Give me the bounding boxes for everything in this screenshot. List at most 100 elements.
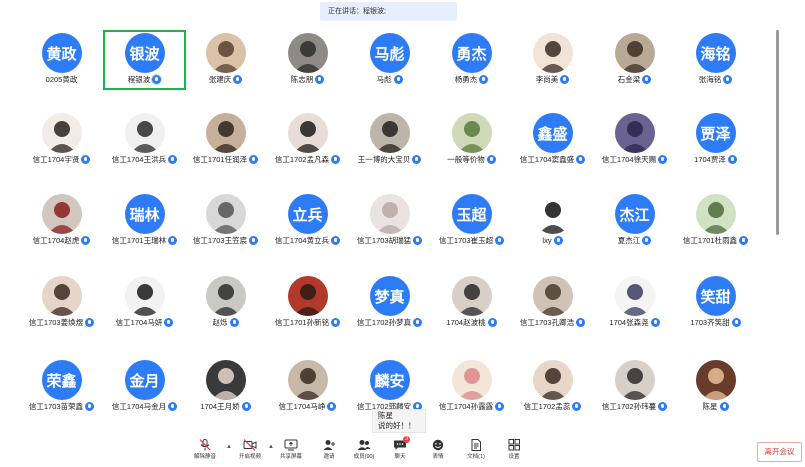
- avatar: [614, 33, 655, 73]
- mic-status-icon: [331, 154, 341, 164]
- participant-tile[interactable]: 荣鑫 信工1703苗荣鑫: [20, 357, 103, 417]
- participant-tile[interactable]: 信工1701孙新铭: [266, 273, 349, 333]
- participant-tile[interactable]: 杰江 夏杰江: [593, 191, 676, 251]
- members-button[interactable]: 成员(90): [347, 439, 381, 466]
- audio-options-caret-icon[interactable]: ▲: [226, 444, 232, 450]
- participant-name-line: 信工1701杜雨鑫: [674, 235, 757, 246]
- participant-tile[interactable]: 勇杰 杨勇杰: [430, 30, 513, 90]
- avatar: 麟安: [369, 360, 410, 400]
- participant-tile[interactable]: 信工1704赵虎: [20, 191, 103, 251]
- participant-tile[interactable]: 信工1704马峥: [266, 357, 349, 417]
- participant-tile[interactable]: 信工1703姜焕煜: [20, 273, 103, 333]
- unmute-button[interactable]: 解除静音: [188, 439, 222, 466]
- mic-status-icon: [229, 317, 239, 327]
- documents-button[interactable]: 文档(1): [459, 439, 493, 466]
- participant-tile[interactable]: 信工1704孙露露: [430, 357, 513, 417]
- participant-tile[interactable]: 陈星: [674, 357, 757, 417]
- participant-tile[interactable]: 金月 信工1704马金月: [103, 357, 186, 417]
- participant-tile[interactable]: 信工1704徐天赐: [593, 110, 676, 170]
- participant-tile[interactable]: 信工1703胡瑞猛: [348, 191, 431, 251]
- participant-tile[interactable]: 海铭 张海铭: [674, 30, 757, 90]
- participant-name: 夏杰江: [617, 236, 641, 245]
- participant-tile[interactable]: 信工1703孔卿浩: [511, 273, 594, 333]
- leave-meeting-button[interactable]: 离开会议: [757, 442, 802, 462]
- participant-name-line: 张建庆: [184, 74, 267, 85]
- participant-tile[interactable]: 立兵 信工1704黄立兵: [266, 191, 349, 251]
- start-video-button[interactable]: 开启视频: [233, 439, 267, 466]
- participant-tile[interactable]: 一般等价物: [430, 110, 513, 170]
- profile-photo-icon: [41, 194, 82, 234]
- avatar: 银波: [124, 33, 165, 73]
- participant-tile[interactable]: 笑甜 1703齐笑甜: [674, 273, 757, 333]
- screen-share-icon: [284, 439, 298, 451]
- avatar: 杰江: [614, 194, 655, 234]
- avatar: 马彪: [369, 33, 410, 73]
- participant-tile[interactable]: 银波 程银波: [103, 30, 186, 90]
- mic-status-icon: [413, 235, 423, 245]
- participant-tile[interactable]: 贾泽 1704贾泽: [674, 110, 757, 170]
- participant-tile[interactable]: 信工1704宇贤: [20, 110, 103, 170]
- participant-tile[interactable]: 信工1702孙玮蔓: [593, 357, 676, 417]
- participant-tile[interactable]: 信工1704马妍: [103, 273, 186, 333]
- participant-tile[interactable]: 玉超 信工1703崔玉超: [430, 191, 513, 251]
- profile-photo-icon: [287, 360, 328, 400]
- profile-photo-icon: [205, 360, 246, 400]
- participant-name: 1704王月娇: [200, 402, 240, 411]
- participant-tile[interactable]: 黄政 0205黄政: [20, 30, 103, 90]
- emoji-button[interactable]: 表情: [421, 439, 455, 466]
- chat-popup[interactable]: 陈星 说的好！！: [372, 409, 426, 433]
- participant-tile[interactable]: 李尚美: [511, 30, 594, 90]
- participant-tile[interactable]: 信工1701杜雨鑫: [674, 191, 757, 251]
- participant-name: 石金梁: [617, 75, 641, 84]
- participant-tile[interactable]: 信工1703王笠宸: [184, 191, 267, 251]
- participant-tile[interactable]: 1704赵波桃: [430, 273, 513, 333]
- participant-name: 信工1704马妍: [115, 318, 163, 327]
- participant-name: 信工1704赵虎: [32, 236, 80, 245]
- participant-name: 李尚美: [535, 75, 559, 84]
- share-screen-button[interactable]: 共享屏幕: [274, 439, 308, 466]
- participant-tile[interactable]: 信工1704王洪兵: [103, 110, 186, 170]
- participant-tile[interactable]: 王一博的大宝贝: [348, 110, 431, 170]
- participant-name-line: 信工1704马金月: [103, 401, 186, 412]
- participant-name-line: 信工1704马妍: [103, 317, 186, 328]
- participant-name: 程银波: [127, 75, 151, 84]
- settings-button[interactable]: 设置: [497, 439, 531, 466]
- avatar: 海铭: [695, 33, 736, 73]
- participant-tile[interactable]: 马彪 马彪: [348, 30, 431, 90]
- avatar: [41, 276, 82, 316]
- grid-scrollbar[interactable]: [776, 30, 779, 235]
- participant-tile[interactable]: 麟安 信工1702郭麟安: [348, 357, 431, 417]
- participant-tile[interactable]: 1704张森尧: [593, 273, 676, 333]
- profile-photo-icon: [205, 194, 246, 234]
- mic-status-icon: [487, 317, 497, 327]
- participant-name-line: 信工1703王笠宸: [184, 235, 267, 246]
- participant-name-line: 信工1704窦鑫盛: [511, 154, 594, 165]
- participant-name: 马彪: [376, 75, 392, 84]
- members-label: 成员(90): [353, 454, 375, 460]
- meeting-toolbar: 解除静音 ▲ 开启视频 ▲ 共享屏幕 邀请 成员(90) 3 聊天 表情 文档(…: [0, 436, 805, 467]
- avatar: [369, 194, 410, 234]
- participant-tile[interactable]: lxy: [511, 191, 594, 251]
- participant-tile[interactable]: 信工1702孟凡森: [266, 110, 349, 170]
- chat-button[interactable]: 3 聊天: [383, 436, 417, 466]
- mic-status-icon: [413, 317, 423, 327]
- participant-tile[interactable]: 信工1702孟蕊: [511, 357, 594, 417]
- participant-tile[interactable]: 1704王月娇: [184, 357, 267, 417]
- participant-tile[interactable]: 信工1701任润泽: [184, 110, 267, 170]
- participant-name: 1704张森尧: [609, 318, 649, 327]
- participant-row: 荣鑫 信工1703苗荣鑫 金月 信工1704马金月 1704王月娇 信工1704马峥 麟安信…: [20, 357, 765, 417]
- participant-tile[interactable]: 陈志朋: [266, 30, 349, 90]
- participant-tile[interactable]: 梦真 信工1702孙梦真: [348, 273, 431, 333]
- profile-photo-icon: [124, 276, 165, 316]
- participant-tile[interactable]: 瑞林 信工1701王瑞林: [103, 191, 186, 251]
- mic-status-icon: [576, 317, 586, 327]
- participant-tile[interactable]: 赵烁: [184, 273, 267, 333]
- profile-photo-icon: [124, 113, 165, 153]
- mic-status-icon: [560, 74, 570, 84]
- participant-tile[interactable]: 张建庆: [184, 30, 267, 90]
- participant-tile[interactable]: 鑫盛 信工1704窦鑫盛: [511, 110, 594, 170]
- participant-tile[interactable]: 石金梁: [593, 30, 676, 90]
- invite-button[interactable]: 邀请: [312, 439, 346, 466]
- participant-name: 信工1701王瑞林: [111, 236, 167, 245]
- participant-name-line: 王一博的大宝贝: [348, 154, 431, 165]
